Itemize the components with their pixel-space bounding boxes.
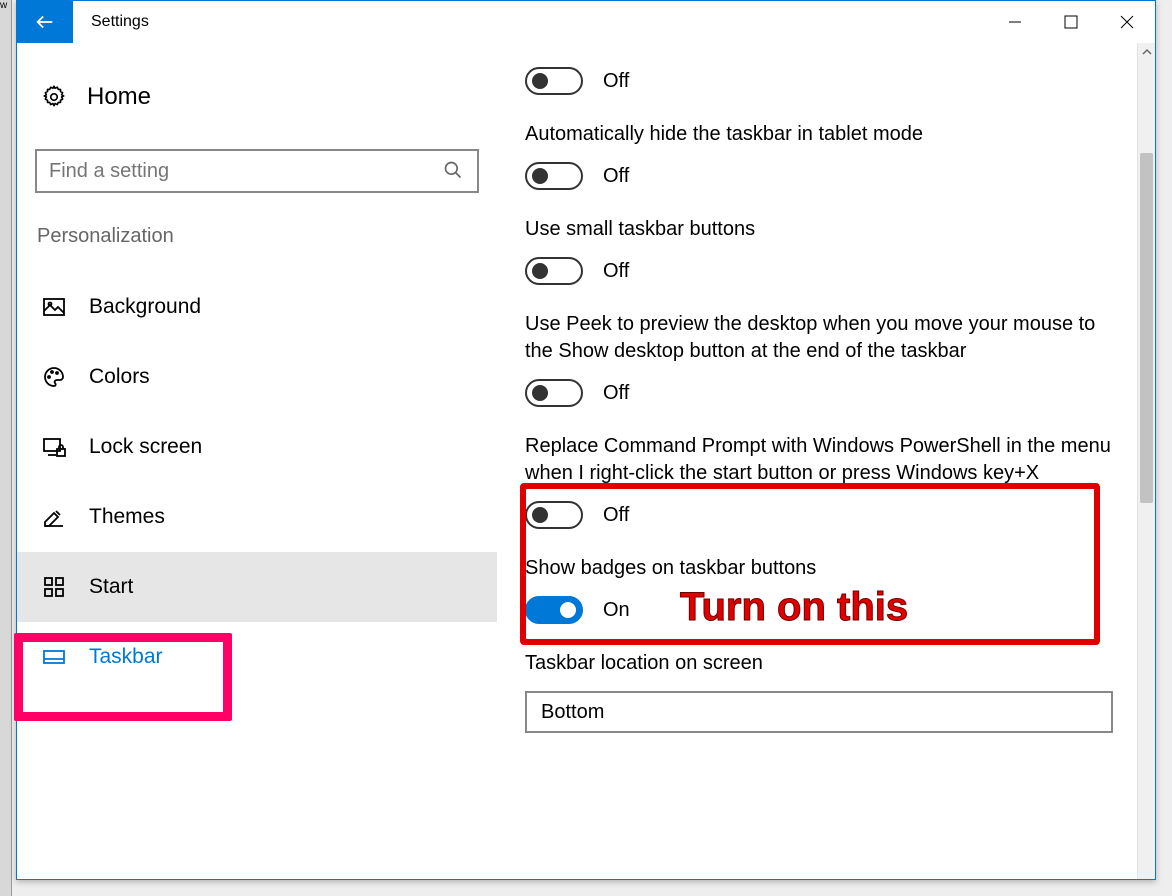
toggle-hide-tablet[interactable] (525, 162, 583, 190)
toggle-badges[interactable] (525, 596, 583, 624)
toggle-state: Off (603, 165, 629, 188)
taskbar-icon (41, 644, 67, 670)
toggle-state: Off (603, 260, 629, 283)
setting-badges: Show badges on taskbar buttons On (525, 555, 1113, 624)
scrollbar[interactable] (1137, 43, 1155, 879)
toggle-state: Off (603, 70, 629, 93)
close-icon (1120, 15, 1134, 29)
nav-label: Background (89, 295, 201, 319)
nav-list: Background Colors Lock screen (35, 272, 479, 692)
gear-icon (41, 84, 67, 110)
dropdown-value: Bottom (541, 701, 604, 724)
scroll-up-arrow[interactable] (1138, 43, 1155, 61)
maximize-icon (1064, 15, 1078, 29)
arrow-left-icon (34, 11, 56, 33)
toggle-state: On (603, 599, 630, 622)
setting-label: Taskbar location on screen (525, 650, 1113, 677)
toggle-0[interactable] (525, 67, 583, 95)
section-heading: Personalization (35, 225, 479, 248)
setting-taskbar-location: Taskbar location on screen Bottom (525, 650, 1113, 733)
home-button[interactable]: Home (35, 73, 479, 121)
toggle-powershell[interactable] (525, 501, 583, 529)
picture-icon (41, 294, 67, 320)
nav-label: Start (89, 575, 133, 599)
nav-colors[interactable]: Colors (17, 342, 497, 412)
setting-lock-taskbar-partial: Off (525, 67, 1113, 95)
search-icon (443, 160, 465, 182)
nav-themes[interactable]: Themes (17, 482, 497, 552)
setting-label: Show badges on taskbar buttons (525, 555, 1113, 582)
setting-label: Use Peek to preview the desktop when you… (525, 311, 1113, 365)
setting-label: Automatically hide the taskbar in tablet… (525, 121, 1113, 148)
minimize-button[interactable] (987, 1, 1043, 43)
themes-icon (41, 504, 67, 530)
home-label: Home (87, 83, 151, 111)
setting-small-buttons: Use small taskbar buttons Off (525, 216, 1113, 285)
palette-icon (41, 364, 67, 390)
toggle-state: Off (603, 504, 629, 527)
setting-label: Use small taskbar buttons (525, 216, 1113, 243)
search-input[interactable] (49, 160, 443, 183)
nav-label: Lock screen (89, 435, 202, 459)
toggle-small-buttons[interactable] (525, 257, 583, 285)
background-edge: w (0, 0, 12, 896)
setting-label: Replace Command Prompt with Windows Powe… (525, 433, 1113, 487)
nav-label: Colors (89, 365, 150, 389)
maximize-button[interactable] (1043, 1, 1099, 43)
toggle-peek[interactable] (525, 379, 583, 407)
nav-start[interactable]: Start (17, 552, 497, 622)
setting-powershell: Replace Command Prompt with Windows Powe… (525, 433, 1113, 529)
main-panel: Off Automatically hide the taskbar in ta… (497, 43, 1155, 879)
back-button[interactable] (17, 1, 73, 43)
nav-background[interactable]: Background (17, 272, 497, 342)
window-title: Settings (73, 1, 987, 43)
chevron-up-icon (1142, 47, 1152, 57)
close-button[interactable] (1099, 1, 1155, 43)
scrollbar-thumb[interactable] (1140, 153, 1153, 503)
settings-window: Settings Home (16, 0, 1156, 880)
monitor-lock-icon (41, 434, 67, 460)
setting-peek: Use Peek to preview the desktop when you… (525, 311, 1113, 407)
setting-hide-tablet: Automatically hide the taskbar in tablet… (525, 121, 1113, 190)
toggle-state: Off (603, 382, 629, 405)
nav-taskbar[interactable]: Taskbar (17, 622, 497, 692)
sidebar: Home Personalization Background (17, 43, 497, 879)
nav-label: Themes (89, 505, 165, 529)
nav-label: Taskbar (89, 645, 163, 669)
titlebar: Settings (17, 1, 1155, 43)
nav-lock-screen[interactable]: Lock screen (17, 412, 497, 482)
minimize-icon (1008, 15, 1022, 29)
start-tiles-icon (41, 574, 67, 600)
taskbar-location-dropdown[interactable]: Bottom (525, 691, 1113, 733)
search-box[interactable] (35, 149, 479, 193)
